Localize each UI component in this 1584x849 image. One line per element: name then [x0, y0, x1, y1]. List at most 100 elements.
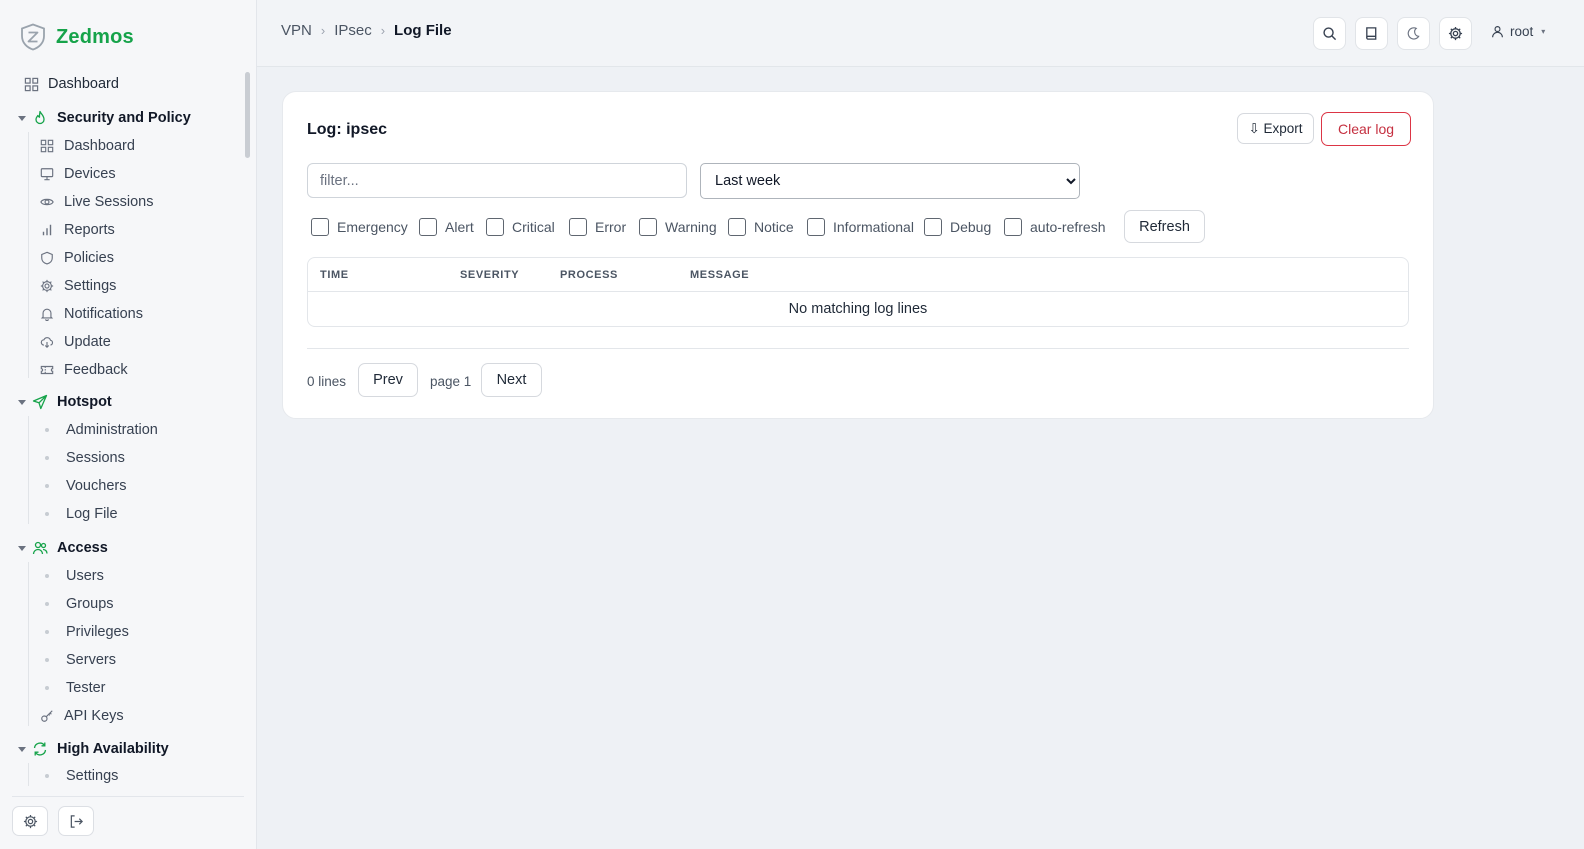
sidebar-item-privileges[interactable]: Privileges: [40, 620, 129, 644]
sidebar-item-update[interactable]: Update: [40, 330, 111, 354]
sidebar-item-feedback[interactable]: Feedback: [40, 358, 128, 382]
dark-mode-toggle[interactable]: [1397, 17, 1430, 50]
gear-icon: [1448, 26, 1463, 41]
refresh-button[interactable]: Refresh: [1124, 210, 1205, 243]
checkbox[interactable]: [728, 218, 746, 236]
chevron-right-icon: ›: [380, 23, 386, 38]
severity-checkbox-critical[interactable]: Critical: [486, 218, 555, 236]
group-guide-line: [28, 416, 29, 524]
settings-button[interactable]: [1439, 17, 1472, 50]
checkbox[interactable]: [807, 218, 825, 236]
checkbox-label: Error: [595, 219, 627, 235]
preferences-button[interactable]: [12, 806, 48, 836]
log-table: TIME SEVERITY PROCESS MESSAGE No matchin…: [307, 257, 1409, 327]
column-header-message: MESSAGE: [690, 269, 750, 281]
sidebar-item-devices[interactable]: Devices: [40, 162, 116, 186]
docs-button[interactable]: [1355, 17, 1388, 50]
next-page-button[interactable]: Next: [481, 363, 542, 397]
sidebar-item-live-sessions[interactable]: Live Sessions: [40, 190, 153, 214]
group-hotspot[interactable]: Hotspot: [18, 390, 112, 414]
checkbox-label: Critical: [512, 219, 555, 235]
breadcrumb-item-vpn[interactable]: VPN: [281, 22, 312, 39]
shield-icon: [41, 251, 53, 265]
export-button[interactable]: ⇩ Export: [1237, 113, 1314, 144]
sidebar-item-notifications[interactable]: Notifications: [40, 302, 143, 326]
checkbox[interactable]: [486, 218, 504, 236]
time-range-select[interactable]: Last week: [700, 163, 1080, 199]
sidebar-item-label: Reports: [64, 222, 115, 238]
auto-refresh-checkbox[interactable]: auto-refresh: [1004, 218, 1105, 236]
group-high-availability[interactable]: High Availability: [18, 737, 169, 761]
checkbox[interactable]: [924, 218, 942, 236]
search-icon: [1323, 27, 1337, 41]
sidebar-item-label: API Keys: [64, 708, 124, 724]
sidebar-item-sessions[interactable]: Sessions: [40, 446, 125, 470]
severity-checkbox-error[interactable]: Error: [569, 218, 626, 236]
severity-checkbox-warning[interactable]: Warning: [639, 218, 717, 236]
sidebar-item-log-file[interactable]: Log File: [40, 502, 118, 526]
sidebar-item-servers[interactable]: Servers: [40, 648, 116, 672]
sidebar-item-groups[interactable]: Groups: [40, 592, 114, 616]
bullet-dot: [45, 602, 49, 606]
ticket-icon: [40, 365, 54, 375]
monitor-icon: [40, 168, 54, 181]
caret-down-icon: [18, 115, 26, 121]
page-indicator: page 1: [430, 374, 472, 389]
logout-icon: [70, 814, 83, 828]
sidebar-item-ha-settings[interactable]: Settings: [40, 764, 118, 786]
user-menu[interactable]: root ▾: [1491, 24, 1545, 39]
checkbox[interactable]: [569, 218, 587, 236]
group-guide-line: [28, 132, 29, 378]
severity-checkbox-notice[interactable]: Notice: [728, 218, 794, 236]
sidebar-item-tester[interactable]: Tester: [40, 676, 106, 700]
sidebar-item-vouchers[interactable]: Vouchers: [40, 474, 126, 498]
severity-checkbox-informational[interactable]: Informational: [807, 218, 914, 236]
checkbox[interactable]: [639, 218, 657, 236]
refresh-icon: [33, 742, 47, 756]
brand-name: Zedmos: [56, 25, 134, 48]
severity-checkbox-alert[interactable]: Alert: [419, 218, 474, 236]
bullet-dot: [45, 686, 49, 690]
breadcrumb-item-ipsec[interactable]: IPsec: [334, 22, 372, 39]
table-header-row: TIME SEVERITY PROCESS MESSAGE: [308, 258, 1408, 292]
sidebar-item-users[interactable]: Users: [40, 564, 104, 588]
group-label: Access: [57, 540, 108, 556]
prev-page-button[interactable]: Prev: [358, 363, 418, 397]
book-icon: [1366, 27, 1377, 40]
group-label: Hotspot: [57, 394, 112, 410]
sidebar-item-label: Servers: [66, 652, 116, 668]
checkbox[interactable]: [419, 218, 437, 236]
filter-input[interactable]: [307, 163, 687, 198]
checkbox[interactable]: [1004, 218, 1022, 236]
sidebar-item-sp-dashboard[interactable]: Dashboard: [40, 134, 135, 158]
sidebar-item-label: Administration: [66, 422, 158, 438]
sidebar-item-settings[interactable]: Settings: [40, 274, 116, 298]
sidebar-item-api-keys[interactable]: API Keys: [40, 704, 124, 728]
user-name: root: [1510, 24, 1534, 39]
severity-checkbox-emergency[interactable]: Emergency: [311, 218, 408, 236]
sidebar-item-dashboard[interactable]: Dashboard: [24, 72, 119, 96]
group-guide-line: [28, 763, 29, 786]
breadcrumb: VPN › IPsec › Log File: [281, 22, 452, 39]
empty-state-message: No matching log lines: [788, 301, 928, 317]
checkbox[interactable]: [311, 218, 329, 236]
logout-button[interactable]: [58, 806, 94, 836]
sidebar-item-label: Live Sessions: [64, 194, 154, 210]
severity-checkbox-debug[interactable]: Debug: [924, 218, 991, 236]
caret-down-icon: [18, 545, 26, 551]
clear-log-button[interactable]: Clear log: [1321, 112, 1411, 146]
search-button[interactable]: [1313, 17, 1346, 50]
bullet-dot: [45, 456, 49, 460]
checkbox-label: Emergency: [337, 219, 408, 235]
sidebar-item-label: Log File: [66, 506, 118, 522]
sidebar-item-reports[interactable]: Reports: [40, 218, 115, 242]
sidebar-item-policies[interactable]: Policies: [40, 246, 114, 270]
bullet-dot: [45, 658, 49, 662]
column-header-process: PROCESS: [560, 269, 618, 281]
brand[interactable]: Zedmos: [20, 22, 134, 52]
sidebar-item-administration[interactable]: Administration: [40, 418, 158, 442]
group-label: Security and Policy: [57, 110, 191, 126]
group-security-and-policy[interactable]: Security and Policy: [18, 106, 191, 130]
log-card: Log: ipsec ⇩ Export Clear log Last week …: [282, 91, 1434, 419]
group-access[interactable]: Access: [18, 536, 108, 560]
